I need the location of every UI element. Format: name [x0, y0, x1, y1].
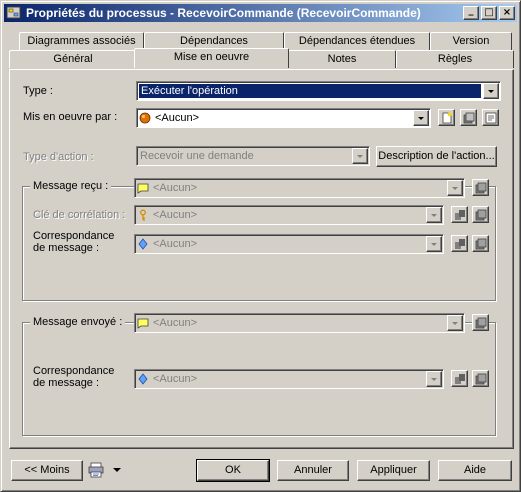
action-description-button[interactable]: Description de l'action...	[376, 146, 497, 167]
chevron-down-icon[interactable]	[483, 83, 499, 99]
received-mapping-label-line1: Correspondance	[33, 230, 115, 242]
message-envelope-icon	[137, 183, 149, 194]
chevron-down-icon[interactable]	[426, 236, 442, 252]
title-bar[interactable]: Propriétés du processus - RecevoirComman…	[4, 4, 517, 22]
sent-message-value: <Aucun>	[153, 317, 198, 329]
tab-notes[interactable]: Notes	[288, 50, 396, 68]
diamond-icon	[138, 238, 148, 250]
create-object-button[interactable]	[438, 109, 455, 126]
maximize-button[interactable]: □	[481, 6, 497, 20]
sent-mapping-select[interactable]: <Aucun>	[134, 369, 444, 389]
apply-button[interactable]: Appliquer	[357, 460, 430, 481]
window-title: Propriétés du processus - RecevoirComman…	[26, 6, 421, 20]
minimize-icon: _	[468, 5, 474, 16]
sent-mapping-label-line1: Correspondance	[33, 365, 115, 377]
type-value: Exécuter l'opération	[139, 84, 481, 98]
chevron-down-icon[interactable]	[447, 315, 463, 331]
sent-message-legend: Message envoyé :	[30, 316, 126, 328]
received-mapping-select-button[interactable]	[472, 235, 489, 252]
diamond-icon	[138, 373, 148, 385]
received-message-value: <Aucun>	[153, 182, 198, 194]
chevron-down-icon[interactable]	[352, 148, 368, 164]
tab-version[interactable]: Version	[430, 32, 512, 50]
chevron-down-icon[interactable]	[413, 110, 429, 126]
tab-general[interactable]: Général	[9, 50, 137, 68]
received-message-properties-button[interactable]	[472, 179, 489, 196]
properties-window: Propriétés du processus - RecevoirComman…	[0, 0, 521, 492]
select-object-icon	[475, 209, 487, 221]
sent-message-properties-button[interactable]	[472, 314, 489, 331]
new-document-icon	[442, 112, 452, 124]
cancel-button[interactable]: Annuler	[277, 460, 349, 481]
properties-object-button[interactable]	[482, 109, 499, 126]
implemented-by-value: <Aucun>	[155, 112, 200, 124]
correlation-key-select-button[interactable]	[472, 206, 489, 223]
implemented-by-label: Mis en oeuvre par :	[23, 111, 118, 123]
action-type-value: Recevoir une demande	[140, 150, 254, 162]
minimize-button[interactable]: _	[463, 5, 479, 20]
close-button[interactable]: ×	[499, 6, 515, 20]
received-message-select[interactable]: <Aucun>	[134, 178, 465, 198]
received-message-legend: Message reçu :	[30, 180, 112, 192]
action-type-label: Type d'action :	[23, 151, 94, 163]
chevron-down-icon[interactable]	[426, 371, 442, 387]
received-mapping-value: <Aucun>	[153, 238, 198, 250]
tab-diagrammes-associes[interactable]: Diagrammes associés	[19, 32, 144, 50]
process-icon	[6, 6, 22, 20]
action-type-select[interactable]: Recevoir une demande	[136, 146, 370, 166]
select-object-icon	[475, 182, 487, 194]
sent-message-select[interactable]: <Aucun>	[134, 313, 465, 333]
create-object-icon	[455, 239, 465, 249]
create-object-icon	[455, 374, 465, 384]
help-button[interactable]: Aide	[438, 460, 512, 481]
message-envelope-icon	[137, 318, 149, 329]
received-mapping-create-button[interactable]	[451, 235, 468, 252]
sent-mapping-create-button[interactable]	[451, 370, 468, 387]
type-label: Type :	[23, 85, 53, 97]
printer-icon	[88, 462, 104, 478]
tab-mise-en-oeuvre[interactable]: Mise en oeuvre	[134, 48, 289, 68]
received-mapping-label-line2: de message :	[33, 242, 100, 254]
orange-ball-icon	[139, 112, 151, 124]
maximize-icon: □	[484, 7, 494, 18]
correlation-key-create-button[interactable]	[451, 206, 468, 223]
implemented-by-select[interactable]: <Aucun>	[136, 108, 431, 128]
create-object-icon	[455, 210, 465, 220]
select-object-icon	[463, 112, 475, 124]
tab-regles[interactable]: Règles	[396, 50, 514, 68]
key-icon	[140, 209, 146, 221]
select-object-button[interactable]	[460, 109, 477, 126]
type-select[interactable]: Exécuter l'opération	[136, 81, 501, 101]
ok-button[interactable]: OK	[196, 459, 270, 482]
select-object-icon	[475, 373, 487, 385]
tab-dependances-etendues[interactable]: Dépendances étendues	[284, 32, 430, 50]
sent-mapping-label-line2: de message :	[33, 377, 100, 389]
properties-icon	[485, 112, 497, 124]
received-mapping-select[interactable]: <Aucun>	[134, 234, 444, 254]
chevron-down-icon	[113, 468, 121, 472]
chevron-down-icon[interactable]	[426, 207, 442, 223]
correlation-key-label: Clé de corrélation :	[33, 209, 126, 221]
close-icon: ×	[502, 7, 512, 18]
select-object-icon	[475, 238, 487, 250]
sent-mapping-value: <Aucun>	[153, 373, 198, 385]
correlation-key-value: <Aucun>	[153, 209, 198, 221]
select-object-icon	[475, 317, 487, 329]
print-menu-button[interactable]	[88, 461, 124, 480]
chevron-down-icon[interactable]	[447, 180, 463, 196]
sent-mapping-select-button[interactable]	[472, 370, 489, 387]
correlation-key-select[interactable]: <Aucun>	[134, 205, 444, 225]
less-button[interactable]: << Moins	[11, 460, 83, 481]
